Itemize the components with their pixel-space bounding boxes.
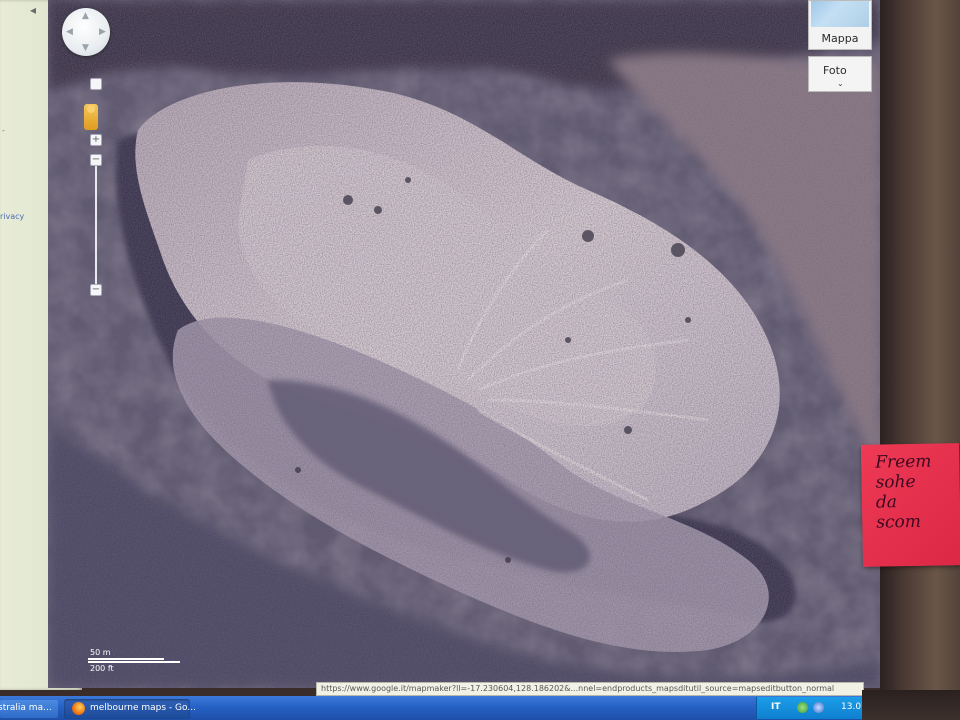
scale-line-metric — [88, 658, 164, 660]
sticky-note: Freem sohe da scom — [860, 443, 960, 567]
foto-label: Foto — [823, 64, 847, 77]
zoom-in-button[interactable]: + — [90, 134, 102, 146]
sidebar-mark: - — [2, 126, 5, 135]
language-indicator[interactable]: IT — [771, 702, 781, 712]
zoom-track[interactable] — [95, 166, 97, 286]
firefox-icon — [72, 702, 85, 715]
zoom-minus-marker[interactable]: − — [90, 154, 102, 166]
screen-photo: ◂ - rivacy ▲ ▼ ◀ ▶ + − − Mappa Foto ⌄ 50… — [0, 0, 960, 720]
scale-bar: 50 m 200 ft — [84, 648, 184, 676]
pan-down-icon[interactable]: ▼ — [82, 44, 89, 53]
pegman-icon[interactable] — [84, 104, 98, 130]
privacy-link[interactable]: rivacy — [0, 212, 24, 221]
taskbar-item-label: melbourne maps - Go... — [90, 703, 196, 713]
map-thumbnail — [811, 1, 869, 27]
sticky-note-text: Freem sohe da scom — [875, 451, 932, 533]
zoom-handle-top[interactable] — [90, 78, 102, 90]
monitor-bezel-bottom — [862, 690, 960, 720]
pan-right-icon[interactable]: ▶ — [99, 28, 106, 37]
chevron-down-icon: ⌄ — [837, 79, 844, 88]
satellite-map[interactable] — [48, 0, 880, 688]
map-type-foto-button[interactable]: Foto ⌄ — [808, 56, 872, 92]
system-tray: IT 13.07 — [756, 697, 873, 719]
pan-up-icon[interactable]: ▲ — [82, 12, 89, 21]
map-type-mappa-button[interactable]: Mappa — [808, 0, 872, 50]
taskbar-item-label: stralia ma... — [0, 703, 52, 713]
zoom-out-button[interactable]: − — [90, 284, 102, 296]
chevron-left-icon[interactable]: ◂ — [26, 2, 40, 18]
scale-line-imperial — [88, 661, 180, 663]
status-url: https://www.google.it/mapmaker?ll=-17.23… — [316, 682, 864, 696]
monitor-bezel — [880, 0, 960, 720]
taskbar-item-australia-maps[interactable]: stralia ma... — [0, 700, 58, 718]
scale-imperial: 200 ft — [90, 664, 114, 673]
satellite-imagery — [48, 0, 880, 688]
network-icon[interactable] — [797, 702, 808, 713]
security-icon[interactable] — [813, 702, 824, 713]
taskbar-item-melbourne-maps[interactable]: melbourne maps - Go... — [64, 699, 196, 719]
pan-left-icon[interactable]: ◀ — [66, 28, 73, 37]
pan-control-icon[interactable]: ▲ ▼ ◀ ▶ — [62, 8, 110, 56]
scale-metric: 50 m — [90, 648, 111, 657]
mappa-label: Mappa — [821, 32, 859, 45]
